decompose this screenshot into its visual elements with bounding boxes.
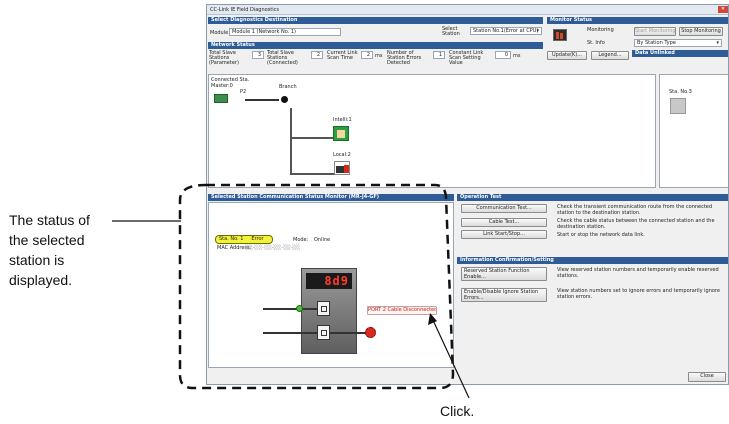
port2-cable [263, 332, 317, 334]
cable-test-desc: Check the cable status between the conne… [557, 218, 715, 230]
mode-value: Online [314, 237, 331, 243]
station-monitor-header: Selected Station Communication Status Mo… [208, 194, 454, 201]
errors-value: 1 [433, 51, 445, 59]
monitor-status-header: Monitor Status [547, 17, 728, 24]
intelli-station-icon[interactable] [333, 126, 349, 141]
link-scan-value: 2 [361, 51, 373, 59]
errors-label: Number of Station Errors Detected [387, 50, 422, 66]
port2-disconnected-button[interactable]: PORT 2 Cable Disconnected... [367, 306, 437, 315]
topology-panel [208, 74, 656, 188]
disconnected-icon [365, 327, 376, 338]
total-slave-param-label: Total Slave Stations (Parameter) [209, 50, 239, 66]
window-close-icon[interactable]: ✕ [718, 6, 728, 13]
constant-scan-value: 0 [495, 51, 511, 59]
window-title: CC-Link IE Field Diagnostics [210, 7, 279, 13]
seven-segment-display: 8d9 [306, 273, 352, 289]
port1-connector[interactable] [317, 301, 330, 316]
callout-line-1: The status of [9, 212, 90, 228]
mac-address-value: ░░-░░-░░-░░-░░-░░ [245, 245, 301, 251]
module-label: Module [210, 30, 229, 36]
data-unlinked-header: Data Unlinked [632, 50, 728, 57]
constant-scan-unit: ms [513, 53, 521, 59]
st-info-label: St. Info [587, 40, 605, 46]
link-line-local [290, 173, 334, 175]
network-status-header: Network Status [208, 42, 543, 49]
ignore-station-errors-desc: View station numbers set to ignore error… [557, 288, 720, 300]
click-label: Click. [440, 403, 475, 419]
port2-cable-right [330, 332, 366, 334]
chevron-down-icon: ▾ [536, 28, 539, 34]
monitoring-text: Monitoring [587, 27, 614, 33]
link-scan-label: Current Link Scan Time [327, 50, 358, 61]
by-station-type-value: By Station Type [637, 40, 676, 46]
link-start-stop-desc: Start or stop the network data link. [557, 232, 645, 238]
branch-node [281, 96, 288, 103]
operation-test-header: Operation Test [457, 194, 728, 201]
select-destination-header: Select Diagnostics Destination [208, 17, 543, 24]
local-station-icon[interactable] [334, 161, 350, 175]
close-button[interactable]: Close [688, 372, 726, 382]
link-scan-unit: ms [375, 53, 383, 59]
link-line-intelli [290, 137, 334, 139]
total-slave-param-value: 3 [252, 51, 264, 59]
module-field: Module 1 (Network No. 1) [229, 28, 341, 36]
update-button[interactable]: Update(K)... [547, 51, 587, 60]
sta-no3-icon[interactable] [670, 98, 686, 114]
total-slave-conn-value: 2 [311, 51, 323, 59]
status-callout: The status of the selected station is di… [9, 210, 90, 290]
ignore-station-errors-button[interactable]: Enable/Disable Ignore Station Errors... [461, 288, 547, 302]
link-start-stop-button[interactable]: Link Start/Stop... [461, 230, 547, 239]
mode-label: Mode: [293, 237, 309, 243]
master-label: Master:0 [211, 83, 233, 89]
select-station-label: Select Station [442, 26, 460, 37]
branch-label: Branch [279, 84, 297, 90]
link-line-master [245, 99, 279, 101]
monitoring-icon [553, 29, 567, 41]
legend-button[interactable]: Legend... [591, 51, 629, 60]
sta-no3-label: Sta. No.3 [669, 89, 692, 95]
stop-monitoring-button[interactable]: Stop Monitoring [679, 27, 723, 36]
constant-scan-label: Constant Link Scan Setting Value [449, 50, 484, 66]
p2-label: P2 [240, 89, 247, 95]
master-station-icon[interactable] [214, 94, 228, 103]
start-monitoring-button[interactable]: Start Monitoring [634, 27, 676, 36]
diagnostics-window: CC-Link IE Field Diagnostics ✕ Select Di… [206, 4, 729, 385]
callout-line-4: displayed. [9, 272, 73, 288]
callout-line-2: the selected [9, 232, 85, 248]
port2-connector[interactable] [317, 325, 330, 340]
reserved-station-button[interactable]: Reserved Station Function Enable... [461, 267, 547, 281]
link-line-vertical [290, 108, 292, 175]
sta-error-badge: Sta. No. 1 Error [215, 235, 273, 244]
port1-cable [263, 308, 317, 310]
communication-test-button[interactable]: Communication Test... [461, 204, 547, 213]
callout-line-3: station is [9, 252, 65, 268]
intelli-label: Intelli:1 [333, 117, 352, 123]
info-setting-header: Information Confirmation/Setting [457, 257, 728, 264]
total-slave-conn-label: Total Slave Stations (Connected) [267, 50, 298, 66]
select-station-value: Station No.1(Error at CPU) [473, 28, 539, 34]
cable-test-button[interactable]: Cable Test... [461, 218, 547, 227]
title-bar: CC-Link IE Field Diagnostics ✕ [207, 5, 728, 15]
local-label: Local:2 [333, 152, 351, 158]
reserved-station-desc: View reserved station numbers and tempor… [557, 267, 719, 279]
communication-test-desc: Check the transient communication route … [557, 204, 713, 216]
port1-status-dot [296, 305, 303, 312]
by-station-type-dropdown[interactable]: By Station Type ▾ [634, 39, 722, 47]
chevron-down-icon: ▾ [716, 40, 719, 46]
select-station-dropdown[interactable]: Station No.1(Error at CPU) ▾ [470, 27, 542, 35]
